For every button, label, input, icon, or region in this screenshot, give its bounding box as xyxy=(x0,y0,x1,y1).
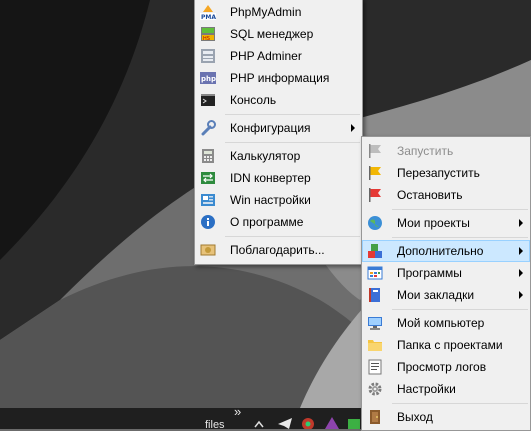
menu-item-php-adminer[interactable]: PHP Adminer xyxy=(195,45,362,67)
sql-manager-icon: HS xyxy=(200,26,216,42)
menu-separator xyxy=(392,403,528,404)
svg-text:PMA: PMA xyxy=(201,14,216,20)
app-tray-icon[interactable] xyxy=(300,416,316,429)
menu-separator xyxy=(392,209,528,210)
tools-menu: PMA PhpMyAdmin HS SQL менеджер PHP Admin… xyxy=(194,0,363,265)
menu-item-label: SQL менеджер xyxy=(230,27,314,41)
menu-item-php-info[interactable]: php PHP информация xyxy=(195,67,362,89)
menu-item-label: Папка с проектами xyxy=(397,338,503,352)
globe-icon xyxy=(367,215,383,231)
thanks-icon xyxy=(200,242,216,258)
programs-grid-icon xyxy=(367,265,383,281)
menu-item-start[interactable]: Запустить xyxy=(362,140,530,162)
vpn-icon[interactable] xyxy=(325,417,339,429)
menu-item-about[interactable]: О программе xyxy=(195,211,362,233)
tray-context-menu: Запустить Перезапустить Остановить Мои п… xyxy=(361,136,531,431)
calculator-icon xyxy=(200,148,216,164)
flag-gray-icon xyxy=(367,143,383,159)
menu-item-sql-manager[interactable]: HS SQL менеджер xyxy=(195,23,362,45)
overflow-chevron[interactable]: » xyxy=(234,404,241,419)
menu-item-settings[interactable]: Настройки xyxy=(362,378,530,400)
menu-separator xyxy=(225,142,360,143)
menu-item-my-projects[interactable]: Мои проекты xyxy=(362,212,530,234)
flag-red-icon xyxy=(367,187,383,203)
menu-item-my-bookmarks[interactable]: Мои закладки xyxy=(362,284,530,306)
menu-item-label: Мой компьютер xyxy=(397,316,485,330)
php-info-icon: php xyxy=(200,70,216,86)
exit-door-icon xyxy=(367,409,383,425)
gear-icon xyxy=(367,381,383,397)
menu-item-label: Конфигурация xyxy=(230,121,311,135)
menu-item-restart[interactable]: Перезапустить xyxy=(362,162,530,184)
menu-item-label: PHP Adminer xyxy=(230,49,302,63)
tray-app-icon[interactable] xyxy=(348,419,360,429)
menu-item-calculator[interactable]: Калькулятор xyxy=(195,145,362,167)
menu-item-label: Поблагодарить... xyxy=(230,243,325,257)
menu-item-programs[interactable]: Программы xyxy=(362,262,530,284)
menu-item-label: Выход xyxy=(397,410,433,424)
computer-icon xyxy=(367,315,383,331)
win-settings-icon xyxy=(200,192,216,208)
files-label[interactable]: files xyxy=(205,419,225,431)
chevron-up-icon[interactable] xyxy=(254,420,264,428)
menu-item-label: Win настройки xyxy=(230,193,311,207)
menu-separator xyxy=(392,237,528,238)
menu-item-idn-converter[interactable]: IDN конвертер xyxy=(195,167,362,189)
menu-item-thanks[interactable]: Поблагодарить... xyxy=(195,239,362,261)
menu-item-label: Остановить xyxy=(397,188,463,202)
menu-item-label: PHP информация xyxy=(230,71,330,85)
menu-separator xyxy=(225,114,360,115)
menu-item-stop[interactable]: Остановить xyxy=(362,184,530,206)
menu-item-label: Мои закладки xyxy=(397,288,475,302)
menu-item-label: Мои проекты xyxy=(397,216,470,230)
menu-item-additional[interactable]: Дополнительно xyxy=(362,240,530,262)
menu-separator xyxy=(225,236,360,237)
menu-item-configuration[interactable]: Конфигурация xyxy=(195,117,362,139)
menu-item-label: Перезапустить xyxy=(397,166,480,180)
blocks-icon xyxy=(367,243,383,259)
menu-item-label: Программы xyxy=(397,266,462,280)
menu-item-label: Просмотр логов xyxy=(397,360,487,374)
menu-item-label: IDN конвертер xyxy=(230,171,311,185)
svg-text:php: php xyxy=(201,75,216,83)
submenu-arrow-icon xyxy=(519,269,523,277)
menu-item-my-computer[interactable]: Мой компьютер xyxy=(362,312,530,334)
menu-separator xyxy=(392,309,528,310)
bookmarks-icon xyxy=(367,287,383,303)
menu-item-win-settings[interactable]: Win настройки xyxy=(195,189,362,211)
menu-item-label: Консоль xyxy=(230,93,277,107)
menu-item-label: PhpMyAdmin xyxy=(230,5,302,19)
menu-item-label: Запустить xyxy=(397,144,454,158)
flag-yellow-icon xyxy=(367,165,383,181)
menu-item-projects-folder[interactable]: Папка с проектами xyxy=(362,334,530,356)
menu-item-exit[interactable]: Выход xyxy=(362,406,530,428)
menu-item-label: Дополнительно xyxy=(397,244,484,258)
submenu-arrow-icon xyxy=(351,124,355,132)
menu-item-label: О программе xyxy=(230,215,304,229)
menu-item-phpmyadmin[interactable]: PMA PhpMyAdmin xyxy=(195,1,362,23)
info-icon xyxy=(200,214,216,230)
telegram-icon[interactable] xyxy=(278,418,292,429)
submenu-arrow-icon xyxy=(519,291,523,299)
console-icon xyxy=(200,92,216,108)
submenu-arrow-icon xyxy=(519,219,523,227)
menu-item-label: Настройки xyxy=(397,382,456,396)
adminer-icon xyxy=(200,48,216,64)
folder-icon xyxy=(367,337,383,353)
menu-item-label: Калькулятор xyxy=(230,149,301,163)
wrench-icon xyxy=(200,120,216,136)
log-file-icon xyxy=(367,359,383,375)
phpmyadmin-icon: PMA xyxy=(200,4,216,20)
svg-text:HS: HS xyxy=(203,36,210,42)
menu-item-view-logs[interactable]: Просмотр логов xyxy=(362,356,530,378)
idn-converter-icon xyxy=(200,170,216,186)
menu-item-console[interactable]: Консоль xyxy=(195,89,362,111)
submenu-arrow-icon xyxy=(519,247,523,255)
